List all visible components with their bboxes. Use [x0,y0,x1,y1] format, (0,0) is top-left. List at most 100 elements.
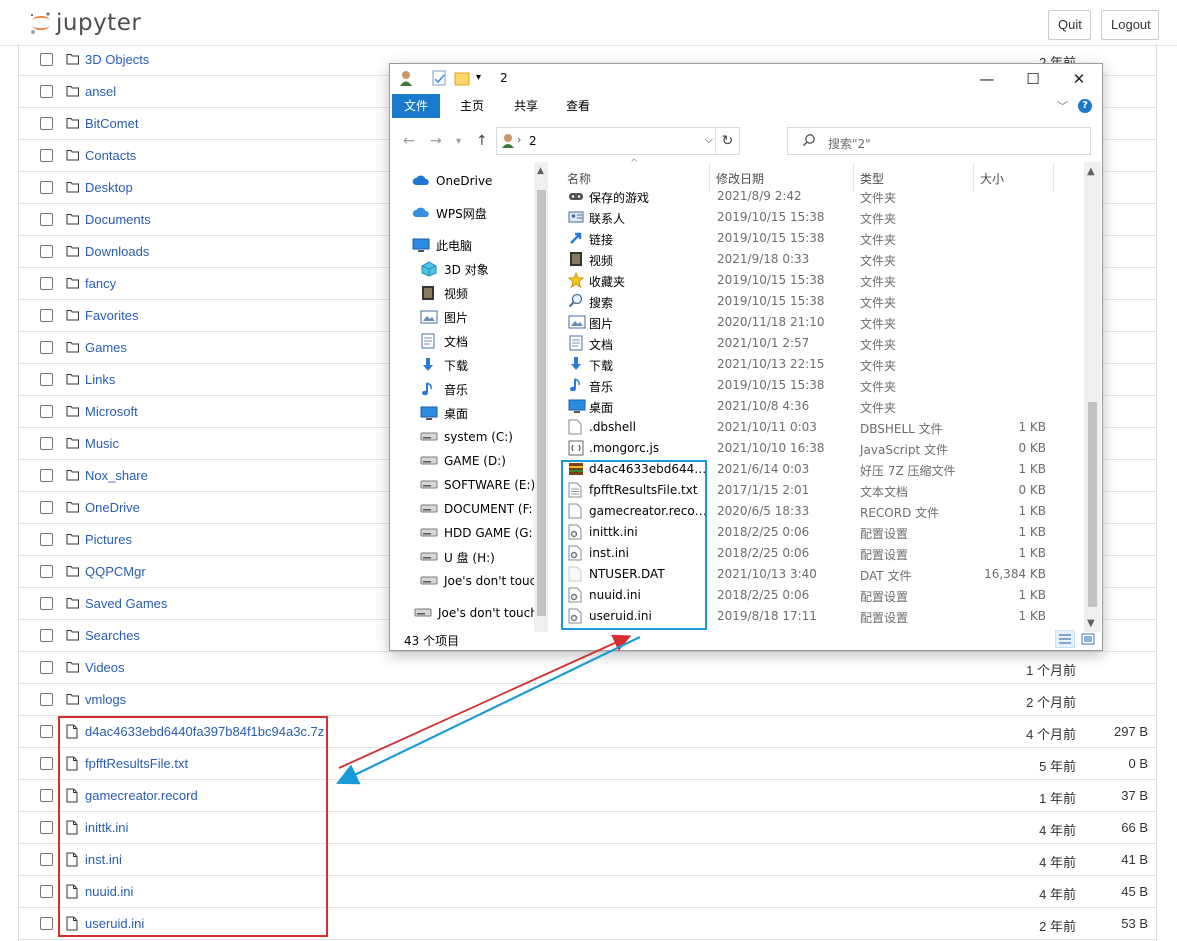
nav-scrollbar-thumb[interactable] [537,190,546,616]
nav-item[interactable]: 文档 [420,330,468,352]
nav-item[interactable]: DOCUMENT (F:) [420,498,537,520]
explorer-file-row[interactable]: 保存的游戏 2021/8/9 2:42 文件夹 [560,186,1080,207]
row-checkbox[interactable] [40,405,53,418]
row-checkbox[interactable] [40,469,53,482]
row-checkbox[interactable] [40,85,53,98]
nav-item[interactable]: Joe's don't touch [414,602,538,624]
file-link[interactable]: OneDrive [85,500,140,515]
explorer-file-row[interactable]: 搜索 2019/10/15 15:38 文件夹 [560,291,1080,312]
nav-item[interactable]: 音乐 [420,378,468,400]
file-link[interactable]: BitComet [85,116,138,131]
jupyter-logo[interactable]: jupyter [28,8,141,38]
explorer-titlebar[interactable]: ▾ 2 — ☐ ✕ [390,64,1102,94]
row-checkbox[interactable] [40,149,53,162]
row-checkbox[interactable] [40,245,53,258]
row-checkbox[interactable] [40,821,53,834]
row-checkbox[interactable] [40,693,53,706]
row-checkbox[interactable] [40,757,53,770]
nav-item[interactable]: 视频 [420,282,468,304]
tab-file[interactable]: 文件 [392,94,441,118]
explorer-file-row[interactable]: 音乐 2019/10/15 15:38 文件夹 [560,375,1080,396]
forward-arrow-icon[interactable]: → [430,133,442,149]
file-link[interactable]: QQPCMgr [85,564,146,579]
row-checkbox[interactable] [40,533,53,546]
row-checkbox[interactable] [40,181,53,194]
file-scrollbar-thumb[interactable] [1088,402,1097,607]
address-dropdown-icon[interactable]: ⌵ [705,133,713,147]
nav-item[interactable]: WPS网盘 [412,202,487,224]
file-link[interactable]: Microsoft [85,404,138,419]
nav-scrollbar[interactable]: ▲ [534,162,548,632]
scroll-up-icon[interactable]: ▲ [1087,166,1095,177]
nav-item[interactable]: 图片 [420,306,468,328]
explorer-file-row[interactable]: 图片 2020/11/18 21:10 文件夹 [560,312,1080,333]
row-checkbox[interactable] [40,341,53,354]
file-link[interactable]: Videos [85,660,125,675]
expand-ribbon-icon[interactable]: ﹀ [1057,98,1068,114]
row-checkbox[interactable] [40,373,53,386]
address-bar[interactable]: › 2 ⌵ ↻ [496,127,740,155]
nav-item[interactable]: Joe's don't touch [420,570,544,592]
file-link[interactable]: Documents [85,212,151,227]
help-icon[interactable]: ? [1078,99,1092,113]
file-link[interactable]: Searches [85,628,140,643]
file-scrollbar[interactable]: ▲ ▼ [1084,162,1101,632]
explorer-file-row[interactable]: .mongorc.js 2021/10/10 16:38 JavaScript 文件… [560,438,1080,459]
explorer-file-row[interactable]: 桌面 2021/10/8 4:36 文件夹 [560,396,1080,417]
explorer-file-row[interactable]: .dbshell 2021/10/11 0:03 DBSHELL 文件 1 KB [560,417,1080,438]
explorer-file-row[interactable]: 视频 2021/9/18 0:33 文件夹 [560,249,1080,270]
file-link[interactable]: Downloads [85,244,149,259]
nav-item[interactable]: 3D 对象 [420,258,489,280]
nav-item[interactable]: OneDrive [412,170,492,192]
file-link[interactable]: Contacts [85,148,136,163]
address-path[interactable]: 2 [529,134,537,148]
refresh-icon[interactable]: ↻ [715,128,739,154]
explorer-file-row[interactable]: 链接 2019/10/15 15:38 文件夹 [560,228,1080,249]
up-arrow-icon[interactable]: ↑ [476,133,488,149]
file-link[interactable]: Games [85,340,127,355]
row-checkbox[interactable] [40,885,53,898]
logout-button[interactable]: Logout [1101,10,1159,40]
row-checkbox[interactable] [40,437,53,450]
file-link[interactable]: fancy [85,276,116,291]
maximize-icon[interactable]: ☐ [1010,64,1056,94]
file-link[interactable]: vmlogs [85,692,126,707]
tab-view[interactable]: 查看 [554,94,602,118]
row-checkbox[interactable] [40,53,53,66]
scroll-up-icon[interactable]: ▲ [537,166,544,176]
file-link[interactable]: Favorites [85,308,138,323]
minimize-icon[interactable]: — [964,64,1010,94]
file-row[interactable]: Videos 1 个月前 [19,652,1156,684]
explorer-file-row[interactable]: 下载 2021/10/13 22:15 文件夹 [560,354,1080,375]
row-checkbox[interactable] [40,597,53,610]
nav-item[interactable]: SOFTWARE (E:) [420,474,535,496]
row-checkbox[interactable] [40,213,53,226]
nav-item[interactable]: U 盘 (H:) [420,546,495,568]
nav-item[interactable]: 下载 [420,354,468,376]
nav-item[interactable]: HDD GAME (G:) [420,522,537,544]
new-folder-icon[interactable] [454,70,470,87]
close-icon[interactable]: ✕ [1056,64,1102,94]
nav-item[interactable]: system (C:) [420,426,513,448]
file-link[interactable]: 3D Objects [85,52,149,67]
file-link[interactable]: Saved Games [85,596,167,611]
explorer-file-row[interactable]: 收藏夹 2019/10/15 15:38 文件夹 [560,270,1080,291]
explorer-file-row[interactable]: 联系人 2019/10/15 15:38 文件夹 [560,207,1080,228]
file-link[interactable]: Pictures [85,532,132,547]
row-checkbox[interactable] [40,853,53,866]
file-link[interactable]: ansel [85,84,116,99]
file-link[interactable]: Desktop [85,180,133,195]
qa-dropdown-icon[interactable]: ▾ [476,72,481,89]
details-view-icon[interactable] [1055,630,1075,648]
search-box[interactable]: 搜索"2" [787,127,1091,155]
recent-dropdown-icon[interactable]: ▾ [456,136,461,147]
tab-share[interactable]: 共享 [502,94,550,118]
file-link[interactable]: Music [85,436,119,451]
large-icons-view-icon[interactable] [1079,631,1097,647]
nav-item[interactable]: GAME (D:) [420,450,506,472]
nav-item[interactable]: 此电脑 [412,234,472,256]
quit-button[interactable]: Quit [1048,10,1091,40]
tab-home[interactable]: 主页 [448,94,496,118]
row-checkbox[interactable] [40,501,53,514]
row-checkbox[interactable] [40,117,53,130]
